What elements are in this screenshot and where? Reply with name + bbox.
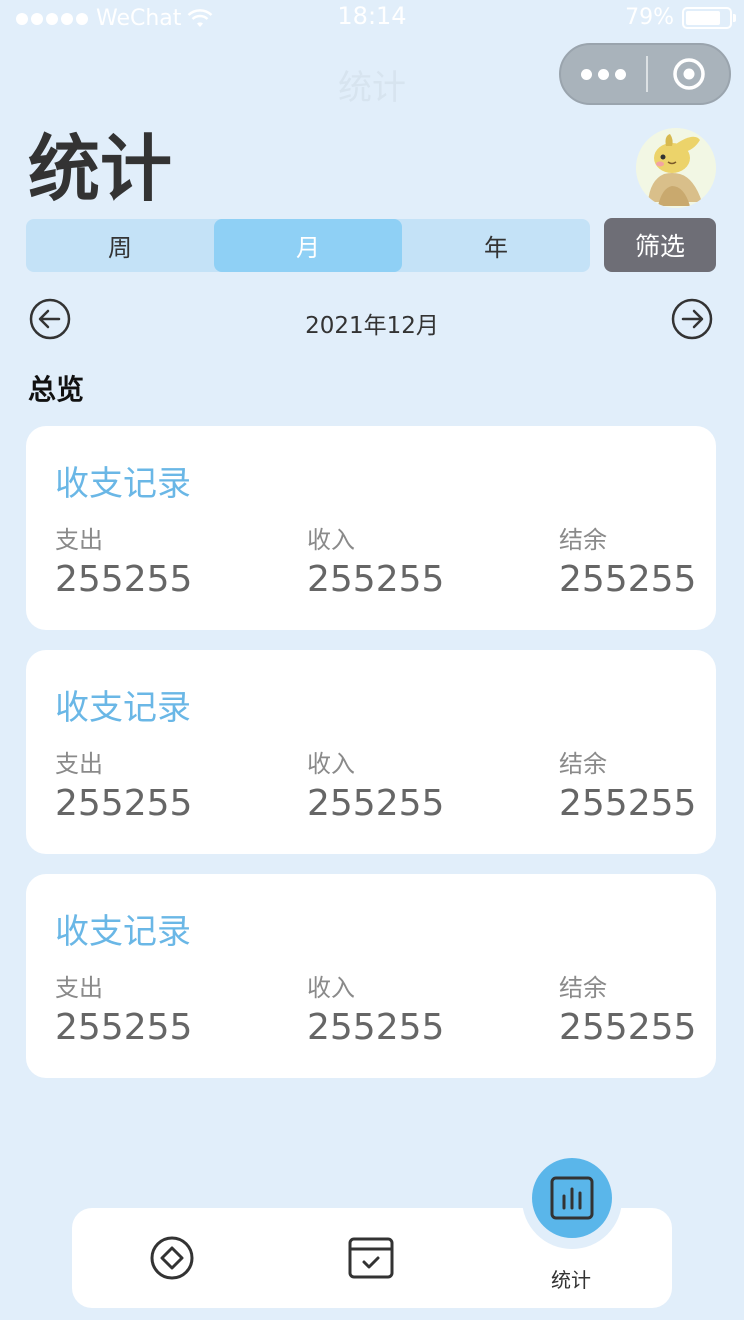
income-column: 收入 255255 <box>307 968 444 1048</box>
stats-tab-bubble[interactable] <box>532 1158 612 1238</box>
battery-percent: 79% <box>625 5 674 30</box>
avatar[interactable] <box>636 128 716 208</box>
balance-label: 结余 <box>559 526 607 554</box>
income-column: 收入 255255 <box>307 744 444 824</box>
balance-value: 255255 <box>559 1007 697 1048</box>
tab-month[interactable]: 月 <box>214 219 402 272</box>
avatar-image <box>636 128 716 208</box>
expense-value: 255255 <box>55 783 193 824</box>
page-title: 统计 <box>28 127 173 211</box>
tab-home[interactable] <box>142 1208 202 1308</box>
next-month-button[interactable] <box>671 298 713 340</box>
income-label: 收入 <box>307 974 355 1002</box>
income-label: 收入 <box>307 750 355 778</box>
balance-column: 结余 255255 <box>559 744 696 824</box>
tab-records[interactable] <box>340 1208 402 1308</box>
expense-value: 255255 <box>55 1007 193 1048</box>
tab-week[interactable]: 周 <box>26 219 214 272</box>
summary-card[interactable]: 收支记录 支出 255255 收入 255255 结余 255255 <box>26 650 716 854</box>
balance-label: 结余 <box>559 974 607 1002</box>
income-value: 255255 <box>307 783 445 824</box>
balance-value: 255255 <box>559 559 697 600</box>
expense-column: 支出 255255 <box>55 968 192 1048</box>
capsule-menu <box>559 43 731 105</box>
expense-label: 支出 <box>55 974 103 1002</box>
card-title: 收支记录 <box>55 464 191 504</box>
card-title: 收支记录 <box>55 912 191 952</box>
battery-indicator: 79% <box>625 5 736 30</box>
diamond-circle-icon <box>150 1236 194 1280</box>
income-column: 收入 255255 <box>307 520 444 600</box>
period-segmented-control: 周 月 年 <box>26 219 590 272</box>
income-label: 收入 <box>307 526 355 554</box>
balance-column: 结余 255255 <box>559 968 696 1048</box>
more-options-button[interactable] <box>561 68 646 80</box>
balance-label: 结余 <box>559 750 607 778</box>
expense-value: 255255 <box>55 559 193 600</box>
balance-column: 结余 255255 <box>559 520 696 600</box>
current-month-label: 2021年12月 <box>305 313 439 339</box>
status-bar: WeChat 18:14 79% <box>0 0 744 34</box>
income-value: 255255 <box>307 559 445 600</box>
tab-stats-label: 统计 <box>551 1268 591 1292</box>
filter-button[interactable]: 筛选 <box>604 218 716 272</box>
summary-card[interactable]: 收支记录 支出 255255 收入 255255 结余 255255 <box>26 874 716 1078</box>
battery-icon <box>682 6 736 29</box>
expense-column: 支出 255255 <box>55 520 192 600</box>
tab-year[interactable]: 年 <box>402 219 590 272</box>
balance-value: 255255 <box>559 783 697 824</box>
target-circle-icon <box>672 58 705 90</box>
section-title: 总览 <box>28 373 85 406</box>
income-value: 255255 <box>307 1007 445 1048</box>
expense-column: 支出 255255 <box>55 744 192 824</box>
expense-label: 支出 <box>55 750 103 778</box>
calendar-check-icon <box>348 1237 394 1279</box>
close-miniprogram-button[interactable] <box>648 56 729 92</box>
card-title: 收支记录 <box>55 688 191 728</box>
expense-label: 支出 <box>55 526 103 554</box>
bar-chart-icon <box>550 1176 594 1220</box>
more-dots-icon <box>581 68 592 80</box>
summary-card[interactable]: 收支记录 支出 255255 收入 255255 结余 255255 <box>26 426 716 630</box>
